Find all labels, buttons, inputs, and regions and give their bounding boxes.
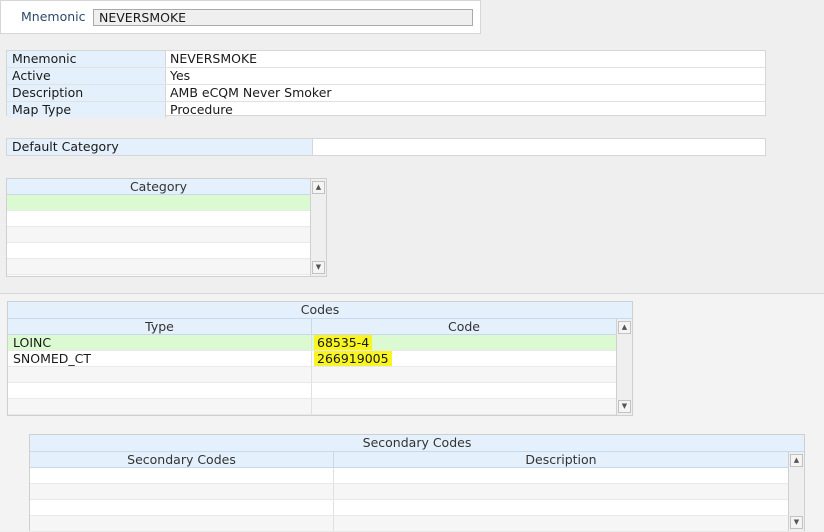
mnemonic-search-panel: Mnemonic [0,0,481,34]
category-grid: Category ▲ ▼ [6,178,327,277]
secondary-code-cell [30,500,334,515]
detail-key: Active [7,68,166,84]
detail-row-active: Active Yes [7,68,765,85]
mnemonic-search-label: Mnemonic [21,9,86,24]
arrow-up-icon[interactable]: ▲ [790,454,803,467]
codes-column-headers: Type Code [8,319,616,335]
codes-grid-body: Type Code LOINC 68535-4 SNOMED_CT 266919… [8,319,616,415]
category-row[interactable] [7,243,310,259]
default-category-row: Default Category [6,138,766,156]
codes-grid-title: Codes [8,302,632,319]
code-type-cell [8,367,312,382]
secondary-description-cell [334,500,788,515]
default-category-value[interactable] [313,139,765,155]
category-grid-body: Category [7,179,310,276]
secondary-description-cell [334,468,788,483]
code-highlight: 68535-4 [314,335,373,350]
secondary-codes-title: Secondary Codes [30,435,804,452]
secondary-column-description[interactable]: Description [334,452,788,467]
secondary-code-cell [30,468,334,483]
code-type-cell [8,383,312,398]
detail-value: AMB eCQM Never Smoker [170,85,332,100]
code-value-cell: 266919005 [312,351,616,366]
secondary-description-cell [334,516,788,531]
detail-value: NEVERSMOKE [170,51,258,66]
codes-column-code[interactable]: Code [312,319,616,334]
codes-row[interactable] [8,367,616,383]
code-value-cell: 68535-4 [312,335,616,350]
secondary-row[interactable] [30,516,788,532]
secondary-grid-body: Secondary Codes Description [30,452,788,532]
detail-key: Map Type [7,102,166,118]
code-type-cell [8,399,312,414]
mnemonic-search-input[interactable] [93,9,473,26]
secondary-scrollbar[interactable]: ▲ ▼ [788,452,804,531]
detail-value: Procedure [170,102,233,117]
secondary-code-cell [30,484,334,499]
codes-row[interactable] [8,383,616,399]
code-type-cell: SNOMED_CT [8,351,312,366]
detail-row-mnemonic: Mnemonic NEVERSMOKE [7,51,765,68]
category-row[interactable] [7,195,310,211]
category-row[interactable] [7,227,310,243]
secondary-codes-grid: Secondary Codes Secondary Codes Descript… [29,434,805,532]
category-column-header[interactable]: Category [7,179,310,195]
arrow-up-icon[interactable]: ▲ [618,321,631,334]
detail-key: Description [7,85,166,101]
codes-grid: Codes Type Code LOINC 68535-4 SNOMED_CT … [7,301,633,416]
arrow-down-icon[interactable]: ▼ [618,400,631,413]
arrow-up-icon[interactable]: ▲ [312,181,325,194]
secondary-column-headers: Secondary Codes Description [30,452,788,468]
secondary-row[interactable] [30,500,788,516]
arrow-down-icon[interactable]: ▼ [312,261,325,274]
codes-column-type[interactable]: Type [8,319,312,334]
secondary-code-cell [30,516,334,531]
secondary-description-cell [334,484,788,499]
code-value-cell [312,367,616,382]
code-type-cell: LOINC [8,335,312,350]
details-grid: Mnemonic NEVERSMOKE Active Yes Descripti… [6,50,766,118]
codes-row[interactable] [8,399,616,415]
code-value-cell [312,399,616,414]
secondary-row[interactable] [30,484,788,500]
code-highlight: 266919005 [314,351,392,366]
secondary-column-codes[interactable]: Secondary Codes [30,452,334,467]
codes-scrollbar[interactable]: ▲ ▼ [616,319,632,415]
detail-row-map-type: Map Type Procedure [7,102,765,118]
codes-row[interactable]: LOINC 68535-4 [8,335,616,351]
category-row[interactable] [7,259,310,275]
detail-row-description: Description AMB eCQM Never Smoker [7,85,765,102]
arrow-down-icon[interactable]: ▼ [790,516,803,529]
codes-row[interactable]: SNOMED_CT 266919005 [8,351,616,367]
code-value-cell [312,383,616,398]
secondary-row[interactable] [30,468,788,484]
category-row[interactable] [7,211,310,227]
category-scrollbar[interactable]: ▲ ▼ [310,179,326,276]
default-category-label: Default Category [7,139,313,155]
detail-key: Mnemonic [7,51,166,67]
detail-value: Yes [170,68,191,83]
